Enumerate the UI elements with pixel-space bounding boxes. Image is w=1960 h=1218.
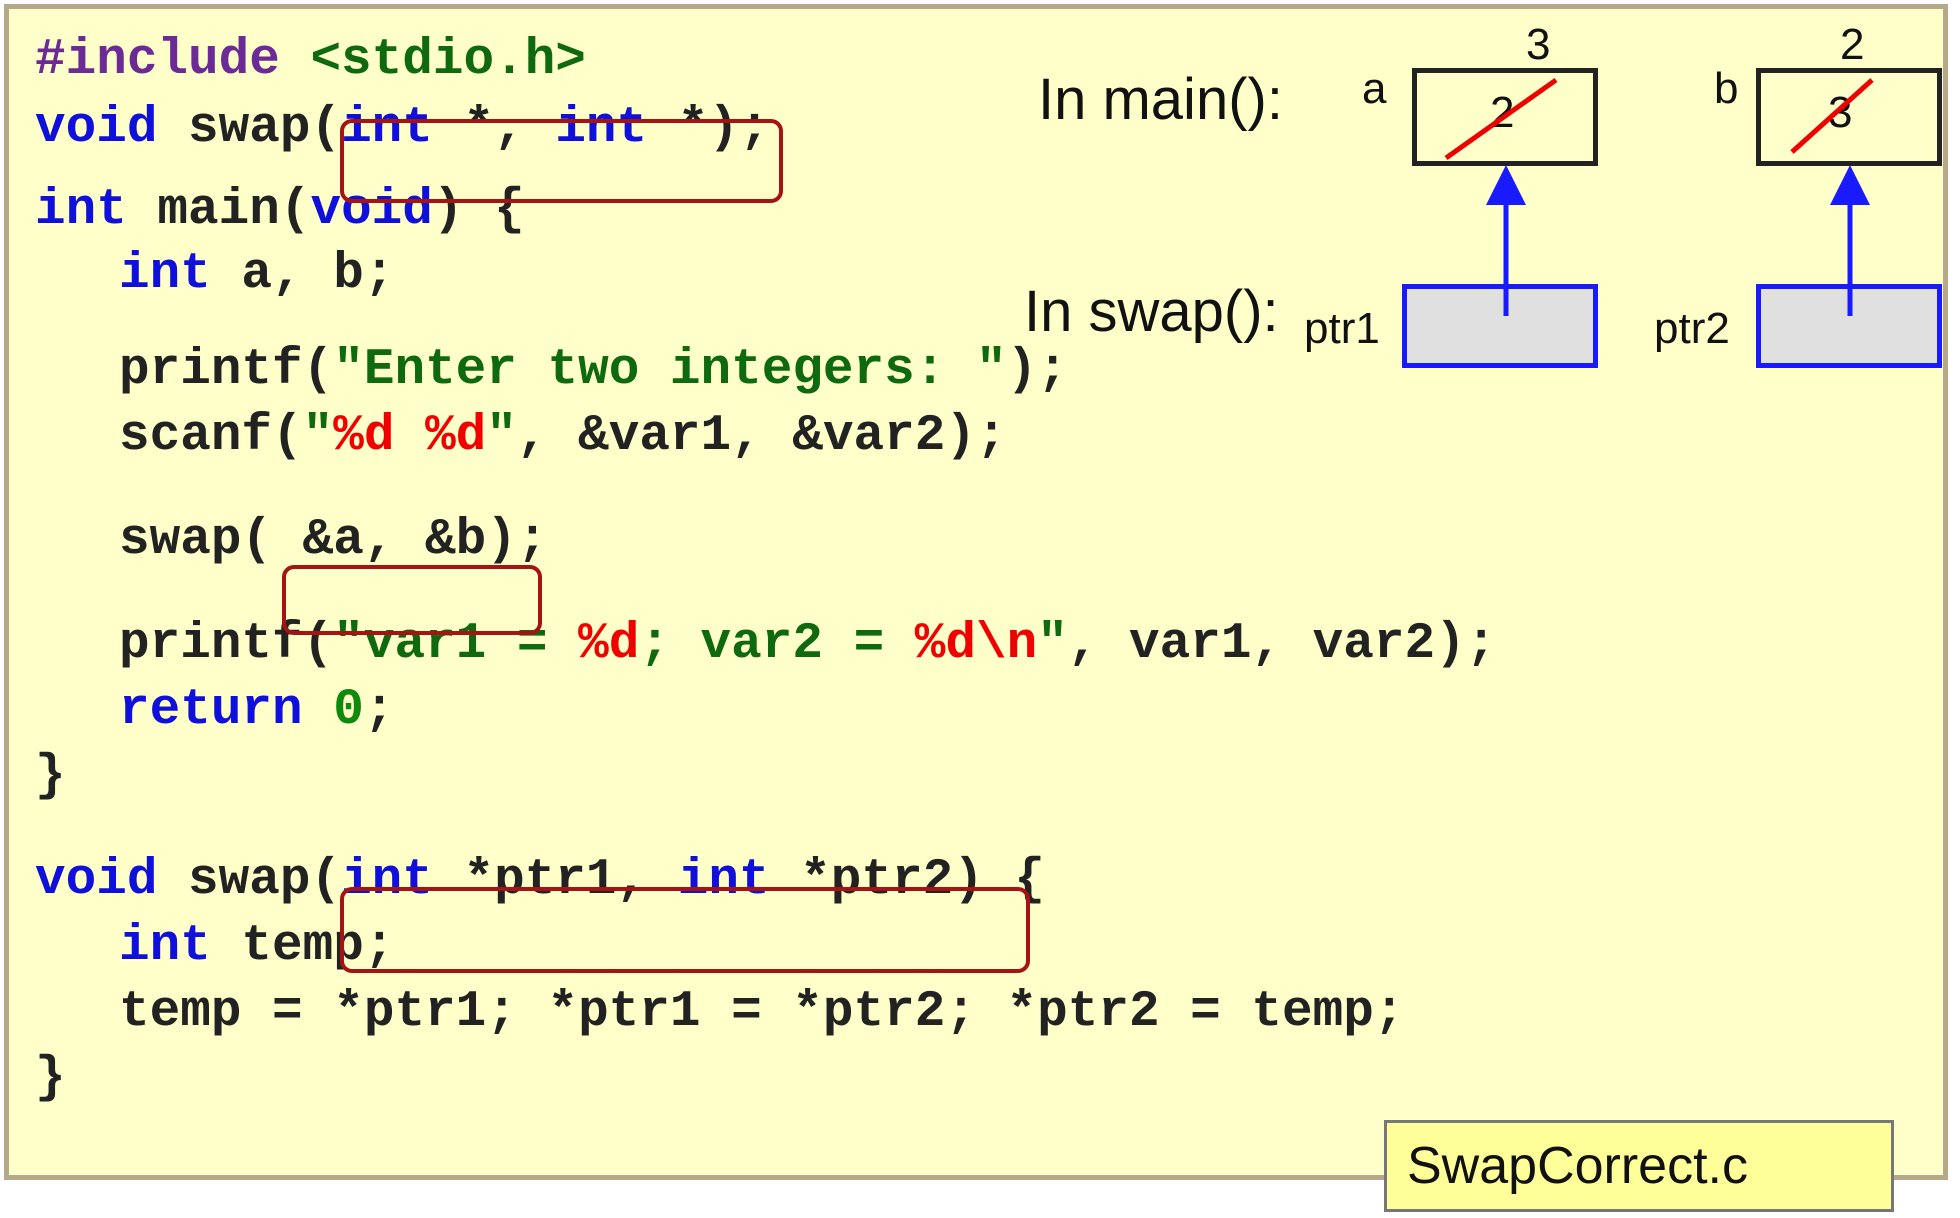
diagram-overlay bbox=[1444, 77, 1874, 316]
variable-b-strikethrough bbox=[1790, 78, 1874, 154]
variable-a-strikethrough bbox=[1444, 77, 1558, 161]
filename-label: SwapCorrect.c bbox=[1384, 1120, 1894, 1212]
